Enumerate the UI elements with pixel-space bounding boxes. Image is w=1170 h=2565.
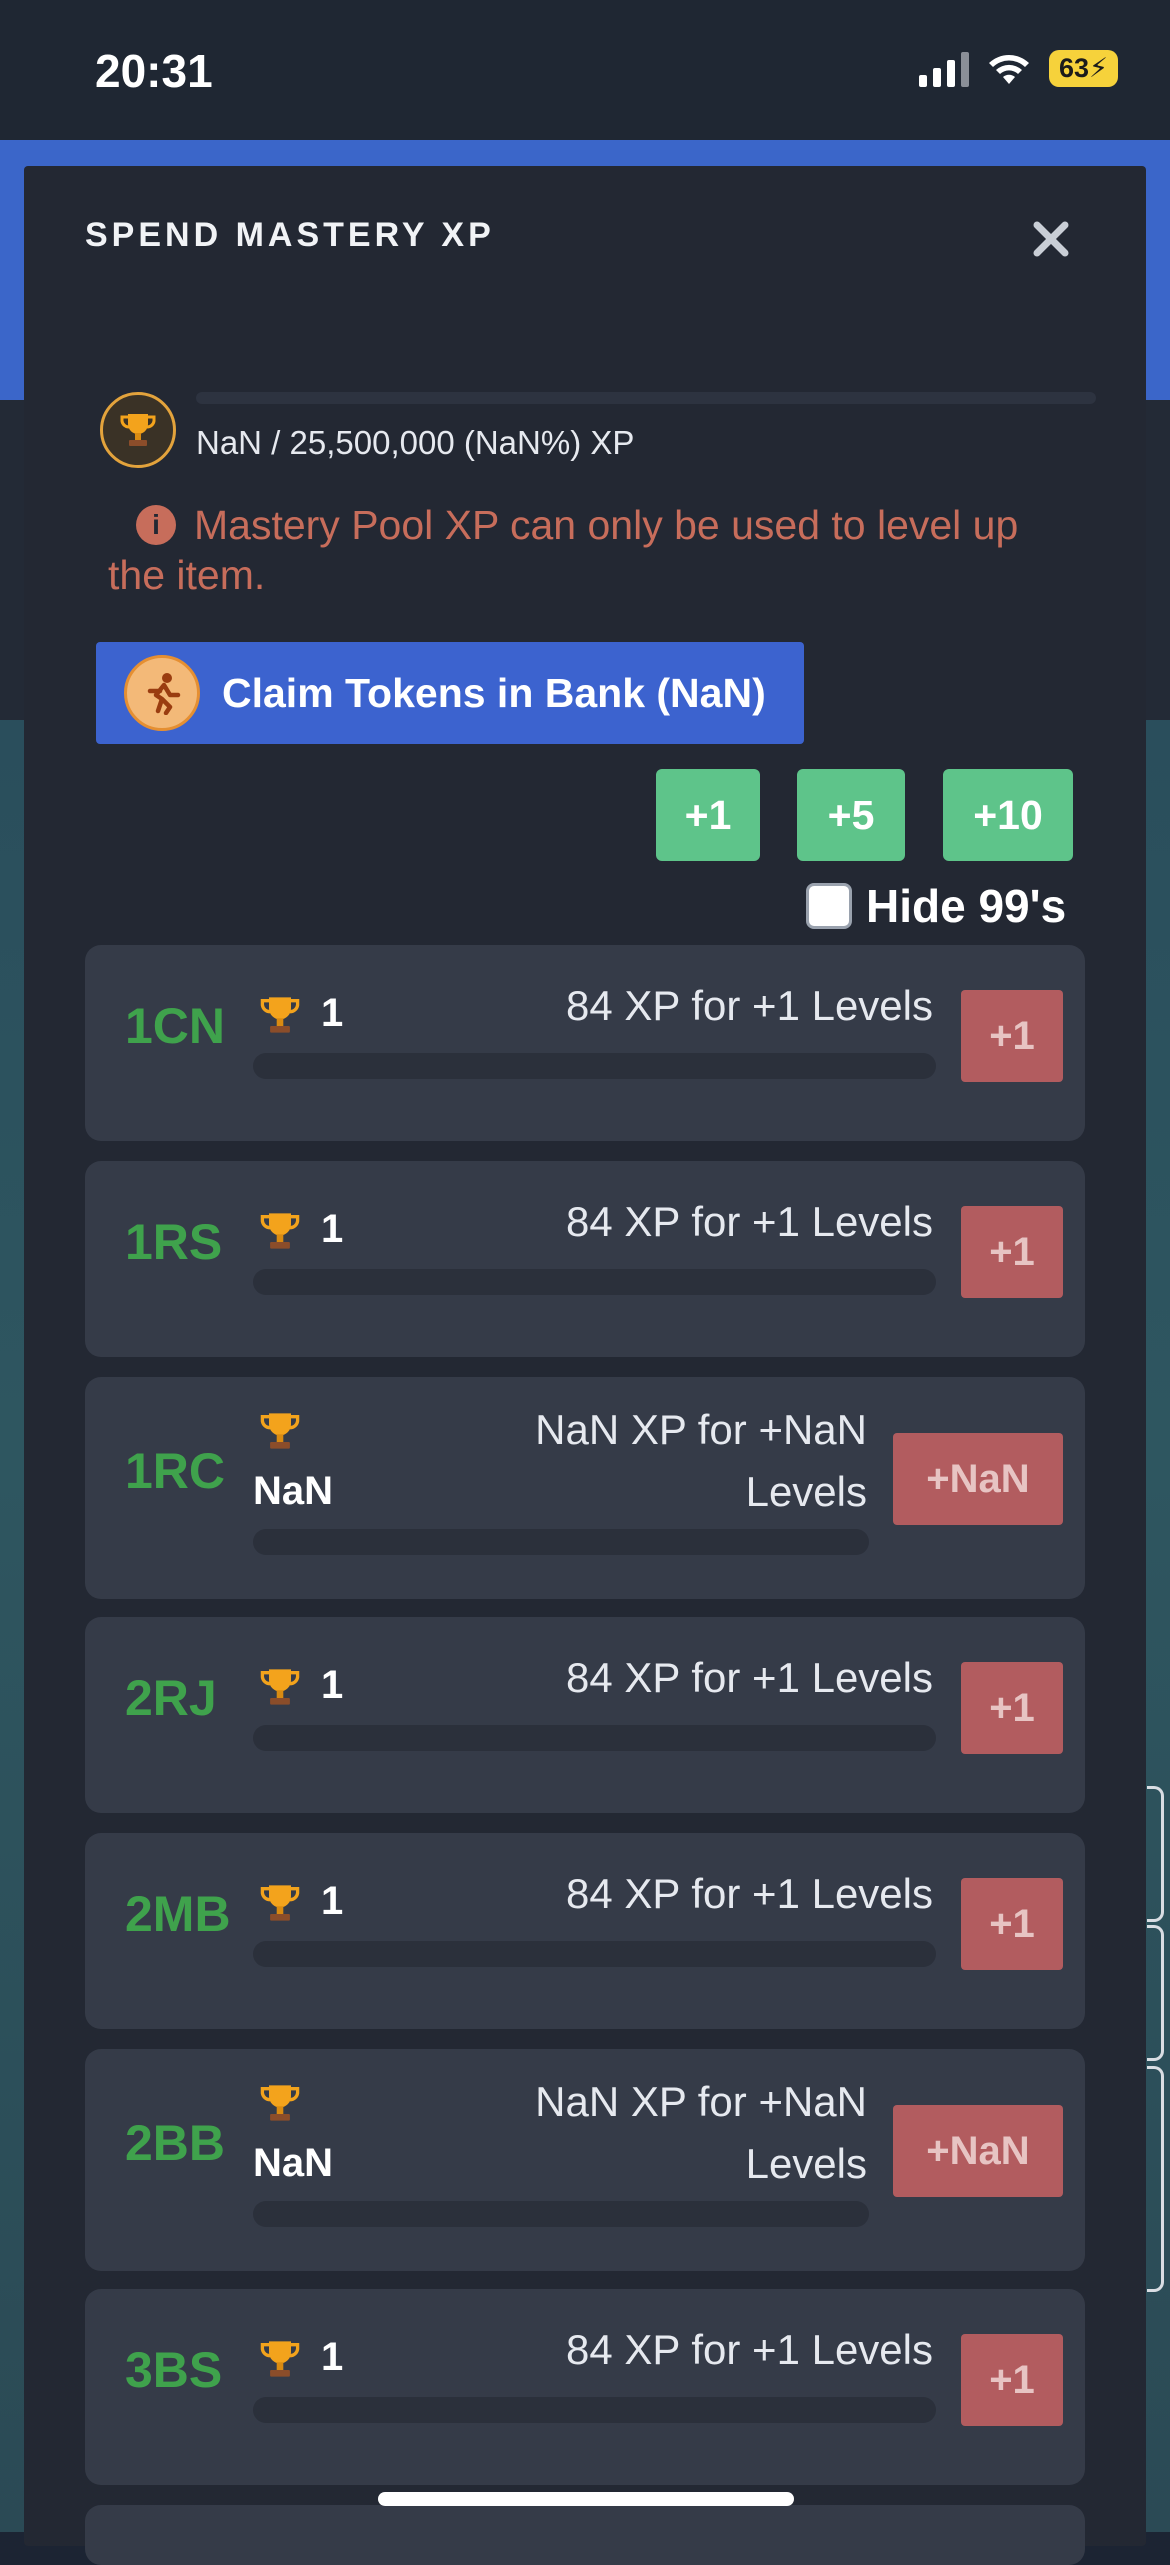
item-level: NaN xyxy=(253,2141,334,2185)
status-time: 20:31 xyxy=(95,45,213,97)
item-progress-bar xyxy=(253,1725,936,1751)
item-xp-cost: 84 XP for +1 Levels xyxy=(566,2326,933,2373)
close-icon xyxy=(1033,221,1069,257)
increment-plus-10-button[interactable]: +10 xyxy=(943,769,1073,861)
claim-tokens-button[interactable]: Claim Tokens in Bank (NaN) xyxy=(96,642,804,744)
background-bracket xyxy=(1147,2066,1164,2292)
mastery-pool-xp-text: NaN / 25,500,000 (NaN%) XP xyxy=(196,424,635,461)
item-progress-bar xyxy=(253,2397,936,2423)
level-up-button[interactable]: +NaN xyxy=(893,2105,1063,2197)
level-up-button[interactable]: +1 xyxy=(961,990,1063,1082)
item-level: 1 xyxy=(321,1207,344,1251)
mastery-pool-icon xyxy=(100,392,176,468)
running-person-icon xyxy=(124,655,200,731)
level-up-button[interactable]: +1 xyxy=(961,1878,1063,1970)
item-level: 1 xyxy=(321,1663,344,1707)
mastery-item-card: 2MB 1 84 XP for +1 Levels +1 xyxy=(85,1833,1085,2029)
trophy-icon xyxy=(260,1213,300,1249)
item-progress-bar xyxy=(253,2201,869,2227)
item-name: 3BS xyxy=(125,2342,223,2398)
mastery-item-card-partial xyxy=(85,2505,1085,2565)
mastery-item-card: 3BS 1 84 XP for +1 Levels +1 xyxy=(85,2289,1085,2485)
item-progress-bar xyxy=(253,1269,936,1295)
spend-mastery-xp-modal: SPEND MASTERY XP NaN / 25,500,000 (NaN%)… xyxy=(24,166,1146,2565)
battery-indicator: 63⚡ xyxy=(1048,50,1118,87)
item-progress-bar xyxy=(253,1053,936,1079)
trophy-icon xyxy=(260,1669,300,1705)
hide-99-checkbox[interactable] xyxy=(806,883,852,929)
cellular-signal-icon xyxy=(918,51,969,87)
modal-title: SPEND MASTERY XP xyxy=(85,216,495,254)
item-xp-cost: 84 XP for +1 Levels xyxy=(566,1870,933,1917)
wifi-icon xyxy=(988,54,1029,84)
item-level: 1 xyxy=(321,991,344,1035)
charging-bolt-icon: ⚡ xyxy=(1089,53,1108,83)
item-name: 2BB xyxy=(125,2115,226,2171)
level-up-button[interactable]: +NaN xyxy=(893,1433,1063,1525)
trophy-icon xyxy=(120,414,156,446)
item-name: 1CN xyxy=(125,998,226,1054)
trophy-icon xyxy=(260,2085,300,2121)
level-up-button[interactable]: +1 xyxy=(961,2334,1063,2426)
item-xp-cost: 84 XP for +1 Levels xyxy=(566,1198,933,1245)
trophy-icon xyxy=(260,1413,300,1449)
item-name: 1RC xyxy=(125,1443,226,1499)
item-xp-cost: 84 XP for +1 Levels xyxy=(566,1654,933,1701)
status-icons: 63⚡ xyxy=(918,50,1118,87)
increment-plus-1-button[interactable]: +1 xyxy=(656,769,760,861)
claim-tokens-label: Claim Tokens in Bank (NaN) xyxy=(222,669,766,716)
item-xp-cost: NaN XP for +NaN Levels xyxy=(535,2078,867,2187)
increment-plus-5-button[interactable]: +5 xyxy=(797,769,905,861)
item-progress-bar xyxy=(253,1941,936,1967)
mastery-item-card: 2RJ 1 84 XP for +1 Levels +1 xyxy=(85,1617,1085,1813)
mastery-pool-alert: i Mastery Pool XP can only be used to lev… xyxy=(108,500,1068,600)
battery-level: 63 xyxy=(1058,53,1090,83)
mastery-item-card: 2BB NaN NaN XP for +NaN Levels +NaN xyxy=(85,2049,1085,2271)
item-name: 2MB xyxy=(125,1886,231,1942)
hide-99-toggle[interactable]: Hide 99's xyxy=(806,879,1066,933)
background-bracket xyxy=(1147,1925,1164,2061)
home-indicator[interactable] xyxy=(378,2492,794,2506)
trophy-icon xyxy=(260,2341,300,2377)
item-xp-cost: 84 XP for +1 Levels xyxy=(566,982,933,1029)
alert-text: Mastery Pool XP can only be used to leve… xyxy=(108,502,1019,598)
item-level: NaN xyxy=(253,1469,334,1513)
item-level: 1 xyxy=(321,2335,344,2379)
mastery-item-card: 1CN 1 84 XP for +1 Levels +1 xyxy=(85,945,1085,1141)
trophy-icon xyxy=(260,997,300,1033)
mastery-item-card: 1RC NaN NaN XP for +NaN Levels +NaN xyxy=(85,1377,1085,1599)
close-button[interactable] xyxy=(1026,214,1076,264)
item-progress-bar xyxy=(253,1529,869,1555)
level-up-button[interactable]: +1 xyxy=(961,1206,1063,1298)
item-name: 2RJ xyxy=(125,1670,217,1726)
item-level: 1 xyxy=(321,1879,344,1923)
level-up-button[interactable]: +1 xyxy=(961,1662,1063,1754)
background-bracket xyxy=(1147,1786,1164,1922)
mastery-pool-progress-bar xyxy=(196,392,1096,404)
hide-99-label: Hide 99's xyxy=(866,880,1067,932)
item-xp-cost: NaN XP for +NaN Levels xyxy=(535,1406,867,1515)
mastery-item-card: 1RS 1 84 XP for +1 Levels +1 xyxy=(85,1161,1085,1357)
info-icon: i xyxy=(136,505,176,545)
item-name: 1RS xyxy=(125,1214,223,1270)
trophy-icon xyxy=(260,1885,300,1921)
